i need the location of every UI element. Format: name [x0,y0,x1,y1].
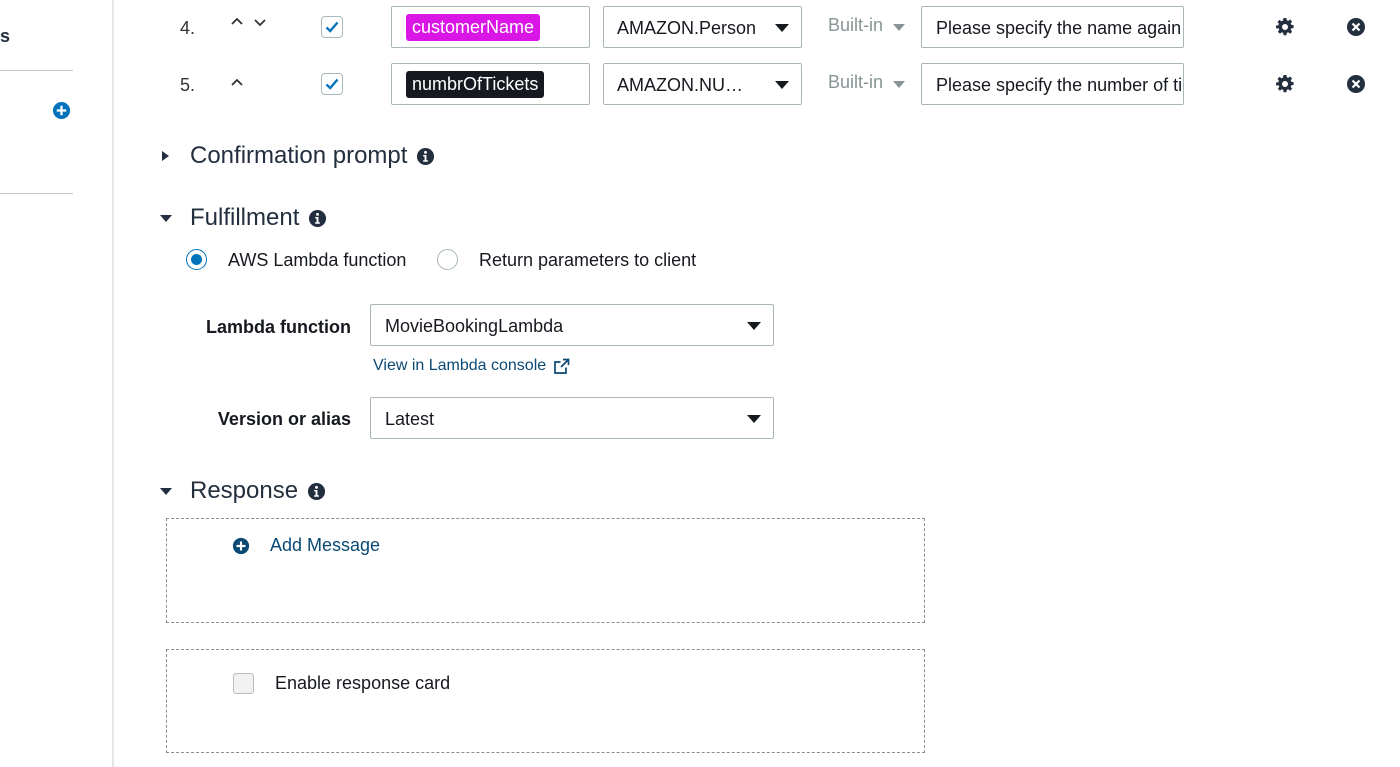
dropdown-caret-icon [747,322,761,330]
add-message-label: Add Message [270,535,381,555]
version-alias-label: Version or alias [217,409,351,429]
gear-icon[interactable] [1275,17,1295,37]
slot-name-tag: numbrOfTickets [406,71,545,98]
info-icon[interactable] [308,209,327,228]
slot-type-value: AMAZON.Person [617,18,757,38]
slot-type-select[interactable]: AMAZON.Person [603,6,802,48]
info-icon[interactable] [307,482,326,501]
caret-down-icon [160,215,172,222]
slot-priority: 4. [180,18,196,38]
response-header[interactable]: Response [158,477,326,505]
slot-name-tag: customerName [406,14,541,41]
lambda-radio-label: AWS Lambda function [228,250,407,270]
slot-prompt-input[interactable]: Please specify the name again [921,6,1184,48]
client-radio-label: Return parameters to client [479,250,697,270]
gear-icon[interactable] [1275,74,1295,94]
slot-required-checkbox[interactable] [321,73,343,95]
slot-prompt-input[interactable]: Please specify the number of tickets [921,63,1184,105]
slot-prompt-text: Please specify the number of tickets [936,75,1183,95]
close-icon[interactable] [1346,74,1366,94]
checkmark-icon [325,21,339,33]
lambda-console-link-text: View in Lambda console [373,357,547,374]
move-up-icon[interactable] [229,14,245,30]
info-icon[interactable] [416,147,435,166]
add-circle-icon [232,537,250,554]
caret-right-icon [162,151,169,161]
lambda-radio[interactable] [186,249,207,270]
dropdown-caret-icon [893,81,905,88]
client-radio[interactable] [437,249,458,270]
move-up-icon[interactable] [229,75,245,91]
slot-required-checkbox[interactable] [321,16,343,38]
caret-down-icon [160,488,172,495]
dropdown-caret-icon [775,24,789,32]
close-icon[interactable] [1346,17,1366,37]
checkmark-icon [325,78,339,90]
response-card-checkbox[interactable] [233,673,254,694]
slot-name-field[interactable]: numbrOfTickets [391,63,590,105]
move-down-icon[interactable] [252,14,268,30]
lambda-function-label: Lambda function [206,317,351,337]
slot-row: 4. customerName AMAZON.Person Built-in P… [0,6,1400,50]
response-card-label: Enable response card [275,673,451,693]
confirmation-prompt-header[interactable]: Confirmation prompt [158,142,435,170]
slot-prompt-text: Please specify the name again [936,18,1182,38]
slot-name-field[interactable]: customerName [391,6,590,48]
slot-priority: 5. [180,75,196,95]
dropdown-caret-icon [893,24,905,31]
version-alias-select[interactable]: Latest [370,397,774,439]
add-message-button[interactable]: Add Message [232,535,380,556]
version-alias-value: Latest [385,409,435,429]
left-sidebar: s [0,0,114,767]
lambda-function-select[interactable]: MovieBookingLambda [370,304,774,346]
fulfillment-header[interactable]: Fulfillment [158,204,327,232]
slot-source-dropdown[interactable]: Built-in [828,15,883,36]
dropdown-caret-icon [747,415,761,423]
slot-type-value: AMAZON.NU… [617,75,743,95]
external-link-icon [554,358,570,374]
sidebar-divider [0,193,73,194]
lambda-console-link[interactable]: View in Lambda console [373,357,570,375]
section-title: Fulfillment [190,204,300,231]
response-card-area [166,649,925,753]
slot-row: 5. numbrOfTickets AMAZON.NU… Built-in Pl… [0,63,1400,107]
section-title: Response [190,477,299,504]
slot-source-dropdown[interactable]: Built-in [828,72,883,93]
dropdown-caret-icon [775,81,789,89]
slot-type-select[interactable]: AMAZON.NU… [603,63,802,105]
lambda-function-value: MovieBookingLambda [385,316,564,336]
section-title: Confirmation prompt [190,142,408,169]
response-message-area [166,518,925,623]
